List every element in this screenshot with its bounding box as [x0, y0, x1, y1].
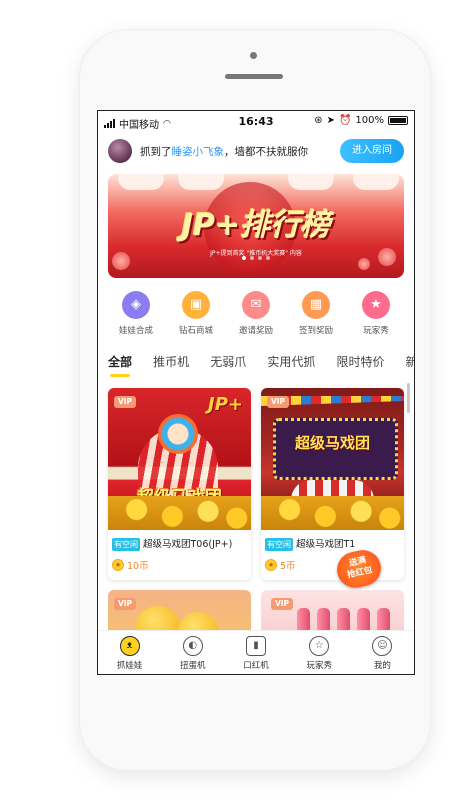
machine-card[interactable]: JP+ 超级马戏团 VIP 有空闲超级马戏团T06(JP+) ★10币 [108, 388, 251, 580]
promo-banner[interactable]: JP+排行榜 JP+提到首奖 "推币机大奖赛" 内容 [108, 174, 404, 278]
tabbar-item-claw[interactable]: ᴥ 抓娃娃 [98, 631, 161, 674]
vip-badge: VIP [267, 396, 289, 408]
machine-card[interactable]: 超级马戏团 VIP 有空闲 超级马戏团T1 ★ 5币 [261, 388, 404, 580]
avatar[interactable] [108, 139, 132, 163]
earpiece-speaker [225, 74, 283, 79]
notice-username[interactable]: 睡姿小飞象 [172, 146, 225, 158]
location-icon: ➤ [326, 115, 335, 126]
menu-item-invite-reward[interactable]: ✉ 邀请奖励 [228, 291, 284, 341]
machine-image: JP+ 超级马戏团 VIP [108, 388, 251, 530]
machine-price: ★ 5币 [265, 558, 296, 572]
quick-menu: ◈ 娃娃合成 ▣ 钻石商城 ✉ 邀请奖励 ▦ 签到奖励 ★ 玩家秀 [108, 291, 404, 341]
machine-image: 超级马戏团 VIP [261, 388, 404, 530]
machine-image-title: 超级马戏团 [294, 434, 370, 452]
bear-icon: ᴥ [119, 636, 140, 656]
star-icon: ☆ [309, 636, 330, 656]
front-camera [250, 52, 257, 59]
vip-badge: VIP [271, 598, 293, 610]
banner-title: JP+排行榜 [181, 208, 331, 243]
clown-illustration [158, 414, 198, 454]
machine-title: 有空闲 超级马戏团T1 [265, 538, 356, 551]
tabbar-item-capsule[interactable]: ◐ 扭蛋机 [161, 631, 224, 674]
tabbar-item-lipstick[interactable]: ▮ 口红机 [224, 631, 287, 674]
calendar-icon: ▦ [302, 291, 330, 319]
shop-icon: ▣ [182, 291, 210, 319]
category-tabs: 全部 推币机 无弱爪 实用代抓 限时特价 新 [108, 351, 414, 377]
bottom-tab-bar: ᴥ 抓娃娃 ◐ 扭蛋机 ▮ 口红机 ☆ 玩家秀 ☺ 我的 [98, 630, 414, 674]
tab-limited-sale[interactable]: 限时特价 [336, 353, 384, 370]
lipstick-icon: ▮ [246, 636, 266, 656]
profile-icon: ☺ [372, 636, 393, 656]
battery-percent: 100% [355, 115, 384, 126]
catch-notice: 抓到了睡姿小飞象，墙都不扶就服你 进入房间 [108, 137, 404, 165]
tab-proxy-catch[interactable]: 实用代抓 [267, 353, 315, 370]
vip-badge: VIP [114, 396, 136, 408]
status-badge: 有空闲 [265, 538, 293, 551]
menu-item-checkin-reward[interactable]: ▦ 签到奖励 [288, 291, 344, 341]
alarm-icon: ⏰ [338, 115, 352, 126]
lock-rotation-icon: ⊛ [314, 115, 323, 126]
cube-icon: ◈ [122, 291, 150, 319]
tabbar-item-profile[interactable]: ☺ 我的 [351, 631, 414, 674]
machine-title: 有空闲 超级马戏团T06(JP+) [112, 538, 233, 551]
mail-icon: ✉ [242, 291, 270, 319]
menu-item-player-show[interactable]: ★ 玩家秀 [348, 291, 404, 341]
tab-coin-pusher[interactable]: 推币机 [153, 353, 189, 370]
status-bar: 中国移动 ◠ 16:43 ⊛ ➤ ⏰ 100% [98, 111, 414, 133]
menu-item-doll-merge[interactable]: ◈ 娃娃合成 [108, 291, 164, 341]
tab-strong-claw[interactable]: 无弱爪 [210, 353, 246, 370]
coin-icon: ★ [112, 559, 124, 571]
battery-icon [388, 116, 408, 125]
scrollbar[interactable] [407, 383, 410, 413]
tab-new[interactable]: 新 [406, 353, 414, 370]
app-screen: 中国移动 ◠ 16:43 ⊛ ➤ ⏰ 100% 抓到了睡姿小飞象，墙都不扶就服你… [97, 110, 415, 675]
tabbar-item-player-show[interactable]: ☆ 玩家秀 [288, 631, 351, 674]
notice-text: 抓到了睡姿小飞象，墙都不扶就服你 [140, 146, 308, 158]
banner-pager-dots [108, 256, 404, 260]
jp-plus-mark: JP+ [208, 394, 243, 415]
machine-price: ★ 10币 [112, 558, 149, 572]
star-icon: ★ [362, 291, 390, 319]
status-badge: 有空闲 [112, 538, 140, 551]
menu-item-diamond-shop[interactable]: ▣ 钻石商城 [168, 291, 224, 341]
capsule-icon: ◐ [182, 636, 203, 656]
vip-badge: VIP [114, 598, 136, 610]
enter-room-button[interactable]: 进入房间 [340, 139, 404, 163]
tab-all[interactable]: 全部 [108, 353, 132, 377]
coin-icon: ★ [265, 559, 277, 571]
